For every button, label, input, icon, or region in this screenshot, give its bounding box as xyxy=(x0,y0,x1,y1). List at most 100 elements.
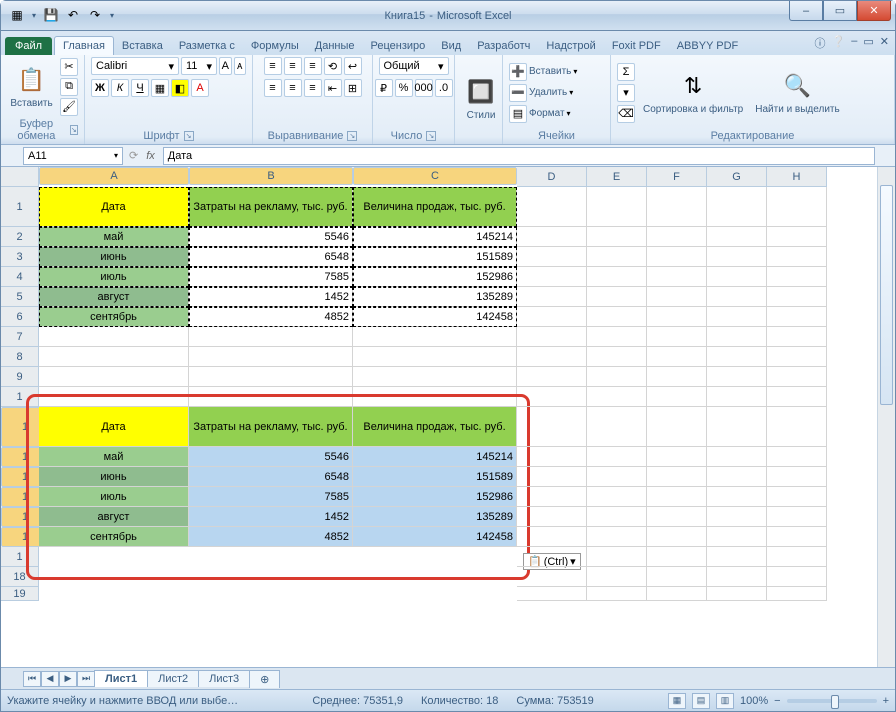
shrink-font-icon[interactable]: ᴀ xyxy=(234,57,247,75)
tab-view[interactable]: Вид xyxy=(433,37,469,55)
empty-cell[interactable] xyxy=(707,227,767,247)
file-tab[interactable]: Файл xyxy=(5,37,52,55)
close-button[interactable]: ✕ xyxy=(857,1,891,21)
cancel-icon[interactable]: ⟳ xyxy=(129,149,138,162)
insert-cells-label[interactable]: Вставить xyxy=(529,66,571,77)
empty-cell[interactable] xyxy=(517,247,587,267)
empty-cell[interactable] xyxy=(647,307,707,327)
styles-button[interactable]: 🔲Стили xyxy=(461,74,501,123)
empty-cell[interactable] xyxy=(517,307,587,327)
percent-icon[interactable]: % xyxy=(395,79,413,97)
align-middle-icon[interactable]: ≡ xyxy=(284,57,302,75)
zoom-slider[interactable] xyxy=(787,699,877,703)
empty-cell[interactable] xyxy=(707,387,767,407)
empty-cell[interactable] xyxy=(587,447,647,467)
col-head-E[interactable]: E xyxy=(587,167,647,187)
empty-cell[interactable] xyxy=(587,487,647,507)
empty-cell[interactable] xyxy=(587,547,647,567)
empty-cell[interactable] xyxy=(767,447,827,467)
maximize-button[interactable]: ▭ xyxy=(823,1,857,21)
empty-cell[interactable] xyxy=(707,307,767,327)
header-sales[interactable]: Величина продаж, тыс. руб. xyxy=(353,187,517,227)
empty-cell[interactable] xyxy=(517,287,587,307)
inc-dec-icon[interactable]: .0 xyxy=(435,79,453,97)
copy-icon[interactable]: ⧉ xyxy=(60,78,78,96)
empty-cell[interactable] xyxy=(587,287,647,307)
tab-nav-next[interactable]: ▶ xyxy=(59,671,77,687)
month-cell[interactable]: июль xyxy=(39,267,189,287)
empty-cell[interactable] xyxy=(707,467,767,487)
empty-cell[interactable] xyxy=(517,367,587,387)
tab-layout[interactable]: Разметка с xyxy=(171,37,243,55)
empty-cell[interactable] xyxy=(647,507,707,527)
empty-cell[interactable] xyxy=(517,187,587,227)
empty-cell[interactable] xyxy=(189,367,353,387)
sales-cell[interactable]: 151589 xyxy=(353,247,517,267)
empty-cell[interactable] xyxy=(707,247,767,267)
save-icon[interactable]: 💾 xyxy=(41,5,61,25)
empty-cell[interactable] xyxy=(39,347,189,367)
worksheet[interactable]: ABCDEFGH 123456789111111111819 ДатаЗатра… xyxy=(1,167,895,668)
empty-cell[interactable] xyxy=(517,527,587,547)
tab-data[interactable]: Данные xyxy=(307,37,363,55)
empty-cell[interactable] xyxy=(647,287,707,307)
help-icon[interactable]: ⓘ xyxy=(815,35,826,51)
empty-cell[interactable] xyxy=(517,327,587,347)
empty-cell[interactable] xyxy=(767,587,827,601)
empty-cell[interactable] xyxy=(707,327,767,347)
empty-cell[interactable] xyxy=(517,447,587,467)
row-head-6[interactable]: 6 xyxy=(1,307,39,327)
sales-cell[interactable]: 145214 xyxy=(353,227,517,247)
empty-cell[interactable] xyxy=(647,327,707,347)
format-cells-icon[interactable]: ▤ xyxy=(509,105,527,123)
empty-cell[interactable] xyxy=(767,327,827,347)
empty-cell[interactable] xyxy=(517,487,587,507)
font-size-select[interactable]: 11▾ xyxy=(181,57,217,75)
col-head-A[interactable]: A xyxy=(39,167,189,185)
sales-cell[interactable]: 152986 xyxy=(353,267,517,287)
empty-cell[interactable] xyxy=(707,507,767,527)
row-head-1[interactable]: 1 xyxy=(1,187,39,227)
new-sheet-tab[interactable]: ⊕ xyxy=(249,670,280,688)
font-color-button[interactable]: A xyxy=(191,79,209,97)
row-head-2[interactable]: 2 xyxy=(1,227,39,247)
empty-cell[interactable] xyxy=(707,447,767,467)
month-cell[interactable]: июнь xyxy=(39,247,189,267)
empty-cell[interactable] xyxy=(517,267,587,287)
insert-cells-icon[interactable]: ➕ xyxy=(509,63,527,81)
redo-icon[interactable]: ↷ xyxy=(85,5,105,25)
col-head-H[interactable]: H xyxy=(767,167,827,187)
tab-nav-first[interactable]: ⏮ xyxy=(23,671,41,687)
empty-cell[interactable] xyxy=(767,387,827,407)
empty-cell[interactable] xyxy=(517,587,587,601)
empty-cell[interactable] xyxy=(647,247,707,267)
empty-cell[interactable] xyxy=(517,547,587,567)
empty-cell[interactable] xyxy=(587,247,647,267)
tab-developer[interactable]: Разработч xyxy=(469,37,538,55)
merge-icon[interactable]: ⊞ xyxy=(344,79,362,97)
clipboard-launcher[interactable]: ↘ xyxy=(70,125,78,135)
empty-cell[interactable] xyxy=(517,467,587,487)
fill-color-button[interactable]: ◧ xyxy=(171,79,189,97)
qat-more[interactable] xyxy=(107,10,117,20)
empty-cell[interactable] xyxy=(587,347,647,367)
col-head-F[interactable]: F xyxy=(647,167,707,187)
minimize-button[interactable]: – xyxy=(789,1,823,21)
empty-cell[interactable] xyxy=(517,387,587,407)
empty-cell[interactable] xyxy=(647,467,707,487)
font-launcher[interactable]: ↘ xyxy=(184,131,194,141)
col-head-D[interactable]: D xyxy=(517,167,587,187)
row-head-9[interactable]: 9 xyxy=(1,367,39,387)
empty-cell[interactable] xyxy=(517,347,587,367)
empty-cell[interactable] xyxy=(707,527,767,547)
empty-cell[interactable] xyxy=(767,367,827,387)
indent-dec-icon[interactable]: ⇤ xyxy=(324,79,342,97)
empty-cell[interactable] xyxy=(707,547,767,567)
empty-cell[interactable] xyxy=(707,287,767,307)
empty-cell[interactable] xyxy=(353,347,517,367)
tab-review[interactable]: Рецензиро xyxy=(363,37,434,55)
find-select-button[interactable]: 🔍Найти и выделить xyxy=(751,68,843,117)
empty-cell[interactable] xyxy=(707,567,767,587)
grow-font-icon[interactable]: A xyxy=(219,57,232,75)
sales-cell[interactable]: 135289 xyxy=(353,287,517,307)
